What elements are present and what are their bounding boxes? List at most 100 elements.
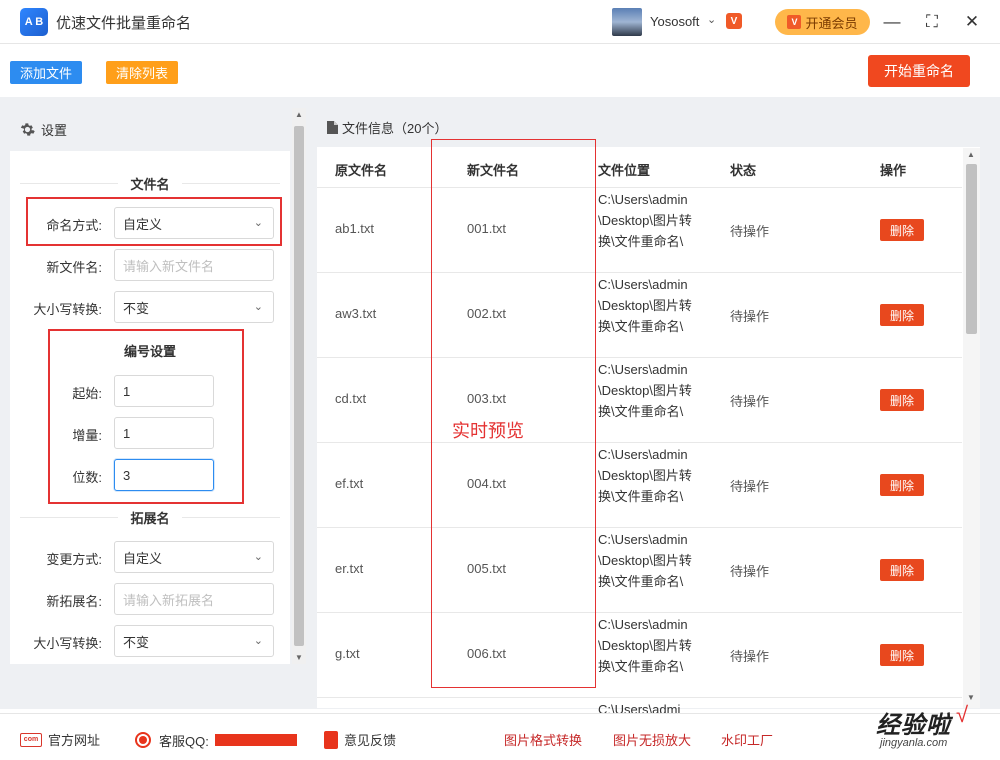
settings-scrollbar[interactable]: ▲ ▼ (292, 108, 306, 664)
delete-button[interactable]: 删除 (880, 474, 924, 496)
new-ext-label: 新拓展名: (46, 594, 102, 609)
case-label: 大小写转换: (33, 302, 102, 317)
new-ext-input[interactable]: 请输入新拓展名 (114, 583, 274, 615)
link-image-upscale[interactable]: 图片无损放大 (613, 730, 691, 749)
file-table: 原文件名 新文件名 文件位置 状态 操作 ab1.txt 001.txt C:\Us… (317, 147, 962, 760)
delete-button[interactable]: 删除 (880, 304, 924, 326)
scroll-down-icon: ▼ (967, 693, 975, 702)
cell-status: 待操作 (730, 224, 770, 239)
delete-button[interactable]: 删除 (880, 559, 924, 581)
scroll-up-icon: ▲ (967, 150, 975, 159)
footer: com 官方网址 客服QQ: 意见反馈 图片格式转换 图片无损放大 水印工厂 (0, 713, 1000, 760)
preview-annotation: 实时预览 (452, 421, 524, 441)
filename-section-title: 文件名 (20, 174, 280, 193)
cell-status: 待操作 (730, 479, 770, 494)
highlight-box-naming (26, 197, 282, 246)
cell-status: 待操作 (730, 564, 770, 579)
settings-header: 设置 (10, 108, 290, 151)
app-logo: A B (20, 8, 48, 36)
cell-original-name: cd.txt (335, 391, 367, 406)
chevron-down-icon: ⌄ (253, 551, 263, 563)
cell-original-name: ab1.txt (335, 221, 375, 236)
chevron-down-icon[interactable]: ⌄ (707, 13, 716, 26)
delete-button[interactable]: 删除 (880, 219, 924, 241)
scrollbar-thumb (966, 164, 977, 334)
table-row: g.txt 006.txt C:\Users\admin\Desktop\图片转换\… (317, 613, 962, 698)
watermark-url: jingyanla.com (880, 737, 948, 749)
delete-button[interactable]: 删除 (880, 389, 924, 411)
support-qq-link[interactable]: 客服QQ: (133, 730, 297, 750)
new-name-input[interactable]: 请输入新文件名 (114, 249, 274, 281)
link-image-format[interactable]: 图片格式转换 (504, 730, 582, 749)
cell-location: C:\Users\admin\Desktop\图片转换\文件重命名\ (598, 447, 692, 504)
table-body: ab1.txt 001.txt C:\Users\admin\Desktop\图片转… (317, 188, 962, 760)
cell-status: 待操作 (730, 309, 770, 324)
delete-button[interactable]: 删除 (880, 644, 924, 666)
avatar[interactable] (612, 8, 642, 36)
minimize-icon[interactable]: — (880, 10, 904, 34)
highlight-box-numbering (48, 329, 244, 504)
case-select[interactable]: 不变 ⌄ (114, 291, 274, 323)
cell-original-name: g.txt (335, 646, 360, 661)
chevron-down-icon: ⌄ (253, 635, 263, 647)
scroll-down-icon: ▼ (295, 653, 303, 662)
username[interactable]: Yososoft (650, 14, 699, 29)
clear-list-button[interactable]: 清除列表 (106, 61, 178, 84)
cell-original-name: er.txt (335, 561, 364, 576)
app-title: 优速文件批量重命名 (56, 15, 192, 32)
document-icon (327, 121, 338, 134)
table-header: 原文件名 新文件名 文件位置 状态 操作 (317, 147, 962, 188)
settings-title: 设置 (41, 123, 68, 138)
customer-service-icon (135, 732, 151, 748)
cell-location: C:\Users\admin\Desktop\图片转换\文件重命名\ (598, 277, 692, 334)
table-row: er.txt 005.txt C:\Users\admin\Desktop\图片转换… (317, 528, 962, 613)
official-website-link[interactable]: com 官方网址 (20, 730, 100, 749)
vip-badge-icon: V (726, 13, 742, 29)
cell-original-name: ef.txt (335, 476, 364, 491)
preview-highlight-box (431, 139, 596, 688)
vip-icon: V (787, 15, 802, 29)
cell-location: C:\Users\admin\Desktop\图片转换\文件重命名\ (598, 532, 692, 589)
maximize-icon[interactable]: ⛶ (920, 10, 944, 34)
table-row: aw3.txt 002.txt C:\Users\admin\Desktop\图片转… (317, 273, 962, 358)
add-file-button[interactable]: 添加文件 (10, 61, 82, 84)
redacted-qq (214, 734, 297, 746)
gear-icon (20, 123, 35, 136)
watermark-text: 经验啦 (876, 712, 951, 739)
cell-location: C:\Users\admin\Desktop\图片转换\文件重命名\ (598, 192, 692, 249)
open-vip-label: 开通会员 (805, 15, 858, 31)
col-status: 状态 (730, 163, 757, 178)
scroll-up-icon: ▲ (295, 110, 303, 119)
link-watermark[interactable]: 水印工厂 (721, 730, 773, 749)
ext-case-select[interactable]: 不变 ⌄ (114, 625, 274, 657)
file-list-panel: 文件信息（20个） 原文件名 新文件名 文件位置 状态 操作 ab1.txt 00… (317, 108, 980, 717)
close-icon[interactable]: ✕ (960, 10, 984, 34)
table-row: ab1.txt 001.txt C:\Users\admin\Desktop\图片转… (317, 188, 962, 273)
open-vip-button[interactable]: V 开通会员 (775, 9, 870, 35)
chevron-down-icon: ⌄ (253, 301, 263, 313)
cell-location: C:\Users\admin\Desktop\图片转换\文件重命名\ (598, 362, 692, 419)
cell-status: 待操作 (730, 394, 770, 409)
col-action: 操作 (880, 163, 907, 178)
file-count-title: 文件信息（20个） (342, 121, 448, 136)
watermark-check: √ (956, 702, 969, 727)
col-original-name: 原文件名 (335, 163, 388, 178)
ext-mode-select[interactable]: 自定义 ⌄ (114, 541, 274, 573)
cell-original-name: aw3.txt (335, 306, 377, 321)
feedback-icon (324, 730, 338, 749)
file-list-scrollbar[interactable]: ▲ ▼ (963, 148, 980, 708)
cell-status: 待操作 (730, 649, 770, 664)
ext-section-title: 拓展名 (20, 508, 280, 527)
table-row: ef.txt 004.txt C:\Users\admin\Desktop\图片转换… (317, 443, 962, 528)
table-row: cd.txt 003.txt C:\Users\admin\Desktop\图片转换… (317, 358, 962, 443)
col-location: 文件位置 (598, 163, 651, 178)
start-rename-button[interactable]: 开始重命名 (868, 55, 970, 87)
website-icon: com (20, 732, 42, 747)
scrollbar-thumb (294, 126, 304, 646)
cell-location: C:\Users\admin\Desktop\图片转换\文件重命名\ (598, 617, 692, 674)
title-bar: A B 优速文件批量重命名 Yososoft ⌄ V V 开通会员 — ⛶ ✕ (0, 0, 1000, 44)
file-list-header: 文件信息（20个） (317, 108, 980, 147)
ext-case-label: 大小写转换: (33, 636, 102, 651)
feedback-link[interactable]: 意见反馈 (324, 730, 396, 749)
ext-mode-label: 变更方式: (46, 552, 102, 567)
